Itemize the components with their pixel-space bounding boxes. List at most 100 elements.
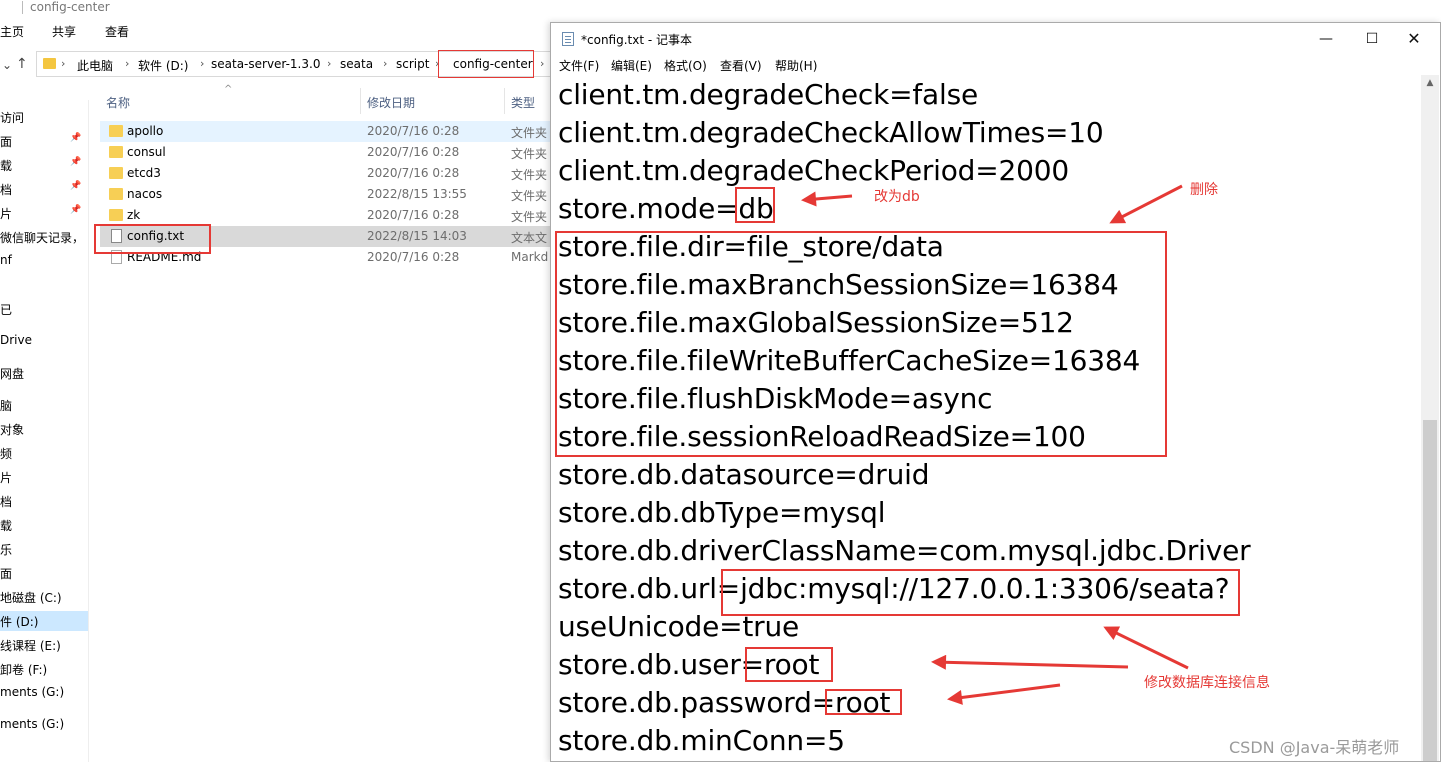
menu-view[interactable]: 查看(V) xyxy=(720,57,762,74)
sidebar-item[interactable]: 地磁盘 (C:) xyxy=(0,587,88,607)
explorer-title-bar: config-center xyxy=(0,0,560,16)
file-row[interactable]: nacos 2022/8/15 13:55 文件夹 xyxy=(100,184,560,205)
minimize-button[interactable]: — xyxy=(1303,23,1349,55)
annotation-box-db-user xyxy=(745,647,833,682)
chevron-down-icon[interactable]: ⌄ xyxy=(2,58,12,72)
chevron-right-icon: › xyxy=(61,57,66,70)
breadcrumb-this-pc[interactable]: 此电脑 xyxy=(77,57,113,74)
breadcrumb-drive-d[interactable]: 软件 (D:) xyxy=(138,57,188,74)
column-header-name[interactable]: 名称 xyxy=(106,94,130,120)
annotation-box-store-mode xyxy=(735,187,775,223)
sidebar-item[interactable]: 载 📌 xyxy=(0,155,88,175)
vertical-scrollbar[interactable]: ▲ xyxy=(1421,75,1439,761)
file-name: nacos xyxy=(127,187,163,201)
sidebar-item[interactable]: 对象 xyxy=(0,419,88,439)
notepad-icon xyxy=(562,32,574,46)
sidebar-item[interactable]: 访问 xyxy=(0,107,88,127)
sidebar-item[interactable]: 档 📌 xyxy=(0,179,88,199)
sidebar-item-label: 片 xyxy=(0,471,13,485)
sidebar-item-label: 面 xyxy=(0,567,13,581)
sidebar-item[interactable]: 已 xyxy=(0,299,88,319)
close-button[interactable]: ✕ xyxy=(1391,23,1437,55)
sidebar-item-label: 脑 xyxy=(0,399,13,413)
menu-edit[interactable]: 编辑(E) xyxy=(611,57,652,74)
annotation-change-to-db: 改为db xyxy=(874,189,920,205)
sidebar-item-label: 档 xyxy=(0,183,13,197)
sidebar-item[interactable]: nf xyxy=(0,251,88,271)
pin-icon[interactable]: 📌 xyxy=(70,157,81,167)
pin-icon[interactable]: 📌 xyxy=(70,205,81,215)
folder-icon xyxy=(43,58,56,69)
sidebar-item[interactable]: 面 📌 xyxy=(0,131,88,151)
scrollbar-thumb[interactable] xyxy=(1423,420,1437,761)
file-row[interactable]: zk 2020/7/16 0:28 文件夹 xyxy=(100,205,560,226)
navigation-bar: ⌄ ↑ › 此电脑 › 软件 (D:) › seata-server-1.3.0… xyxy=(0,48,560,82)
sidebar-item-label: 线课程 (E:) xyxy=(0,639,61,653)
ribbon-tab-share[interactable]: 共享 xyxy=(52,23,76,40)
text-line: store.db.driverClassName=com.mysql.jdbc.… xyxy=(558,534,1251,567)
sidebar-item[interactable]: 网盘 xyxy=(0,363,88,383)
sidebar-item[interactable]: 微信聊天记录， xyxy=(0,227,88,247)
sidebar-item[interactable]: 面 xyxy=(0,563,88,583)
sort-up-icon: ^ xyxy=(224,84,233,95)
sidebar-item-label: 微信聊天记录， xyxy=(0,231,85,245)
annotation-modify-db-info: 修改数据库连接信息 xyxy=(1144,675,1270,691)
chevron-right-icon: › xyxy=(540,57,545,70)
ribbon-tab-home[interactable]: 主页 xyxy=(0,23,24,40)
folder-icon xyxy=(109,125,123,137)
sidebar-item-label: 乐 xyxy=(0,543,13,557)
sidebar-item[interactable]: 片 xyxy=(0,467,88,487)
sidebar-item[interactable]: ments (G:) xyxy=(0,683,88,703)
column-header-date[interactable]: 修改日期 xyxy=(367,94,415,120)
sidebar-item-label: 载 xyxy=(0,519,13,533)
sidebar-item[interactable]: 片 📌 xyxy=(0,203,88,223)
notepad-title-bar[interactable]: *config.txt - 记事本 — ☐ ✕ xyxy=(551,23,1440,55)
sidebar-item[interactable]: 线课程 (E:) xyxy=(0,635,88,655)
text-line: store.db.datasource=druid xyxy=(558,458,930,491)
file-type: 文件夹 xyxy=(511,189,548,203)
column-header-type[interactable]: 类型 xyxy=(511,94,535,120)
text-line: client.tm.degradeCheckPeriod=2000 xyxy=(558,154,1069,187)
file-row[interactable]: apollo 2020/7/16 0:28 文件夹 xyxy=(100,121,560,142)
sidebar-item-label: 面 xyxy=(0,135,13,149)
notepad-menu-bar: 文件(F) 编辑(E) 格式(O) 查看(V) 帮助(H) xyxy=(551,55,1440,75)
sidebar-item[interactable]: 脑 xyxy=(0,395,88,415)
sidebar-item-label: 频 xyxy=(0,447,13,461)
pin-icon[interactable]: 📌 xyxy=(70,133,81,143)
breadcrumb-seata[interactable]: seata xyxy=(340,57,373,71)
maximize-button[interactable]: ☐ xyxy=(1349,23,1395,55)
sidebar-item-label: nf xyxy=(0,253,12,267)
file-date: 2022/8/15 13:55 xyxy=(367,187,467,201)
sidebar-item[interactable]: 件 (D:) xyxy=(0,611,88,631)
ribbon-tab-view[interactable]: 查看 xyxy=(105,23,129,40)
sidebar-item[interactable]: 档 xyxy=(0,491,88,511)
folder-icon xyxy=(109,167,123,179)
menu-help[interactable]: 帮助(H) xyxy=(775,57,817,74)
breadcrumb-script[interactable]: script xyxy=(396,57,429,71)
sidebar-item[interactable]: 频 xyxy=(0,443,88,463)
chevron-right-icon: › xyxy=(383,57,388,70)
sidebar-item[interactable]: Drive xyxy=(0,331,88,351)
address-bar[interactable]: › 此电脑 › 软件 (D:) › seata-server-1.3.0 › s… xyxy=(36,50,556,78)
annotation-box-db-url xyxy=(721,569,1240,616)
up-arrow-icon[interactable]: ↑ xyxy=(16,56,28,72)
scroll-up-icon[interactable]: ▲ xyxy=(1421,75,1439,92)
menu-format[interactable]: 格式(O) xyxy=(664,57,707,74)
breadcrumb-seata-server[interactable]: seata-server-1.3.0 xyxy=(211,57,320,71)
annotation-box-config-file xyxy=(94,224,211,254)
text-line: client.tm.degradeCheckAllowTimes=10 xyxy=(558,116,1104,149)
sidebar-item[interactable]: ments (G:) xyxy=(0,715,88,735)
file-row[interactable]: consul 2020/7/16 0:28 文件夹 xyxy=(100,142,560,163)
sidebar-item-label: 访问 xyxy=(0,111,25,125)
sidebar-item[interactable]: 乐 xyxy=(0,539,88,559)
file-date: 2020/7/16 0:28 xyxy=(367,250,460,264)
pin-icon[interactable]: 📌 xyxy=(70,181,81,191)
sidebar-item[interactable]: 载 xyxy=(0,515,88,535)
menu-file[interactable]: 文件(F) xyxy=(559,57,599,74)
text-line: store.db.dbType=mysql xyxy=(558,496,886,529)
file-row[interactable]: etcd3 2020/7/16 0:28 文件夹 xyxy=(100,163,560,184)
file-date: 2020/7/16 0:28 xyxy=(367,145,460,159)
sidebar-item[interactable]: 卸卷 (F:) xyxy=(0,659,88,679)
file-type: 文件夹 xyxy=(511,210,548,224)
file-type: 文件夹 xyxy=(511,126,548,140)
